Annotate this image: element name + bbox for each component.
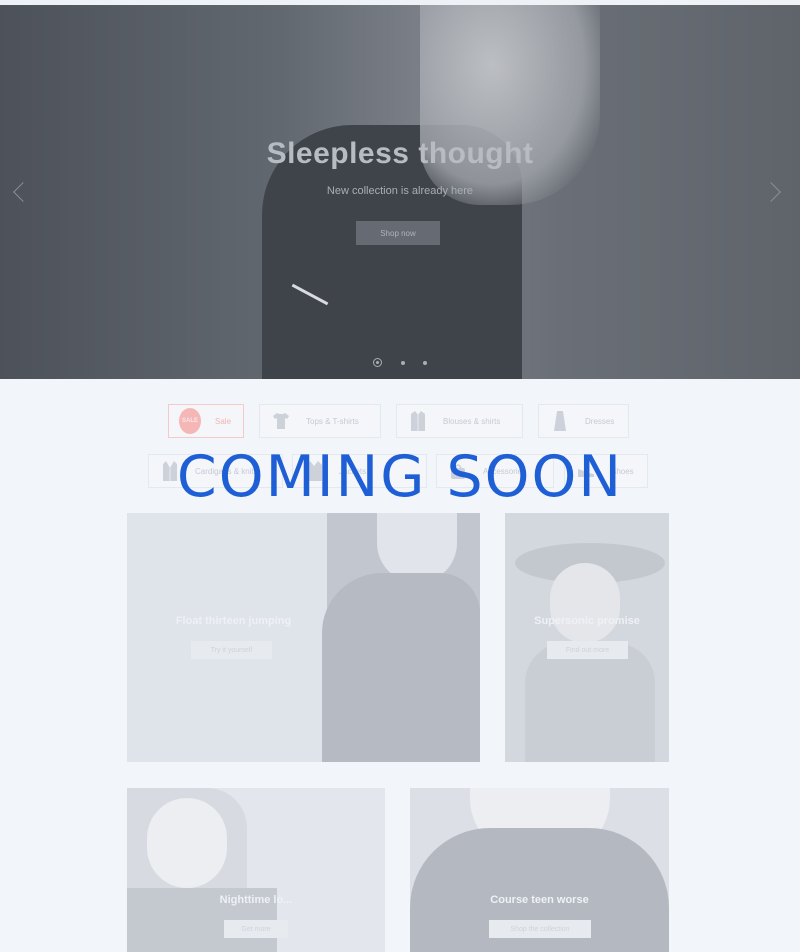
promo-tile-title: Course teen worse xyxy=(490,894,589,906)
slider-pagination xyxy=(0,354,800,372)
coming-soon-overlay: COMING SOON xyxy=(176,444,624,510)
hero-model-hair xyxy=(420,5,600,205)
promo-tile-button[interactable]: Shop the collection xyxy=(489,920,591,938)
hero-subtitle: New collection is already here xyxy=(326,185,474,197)
dress-icon xyxy=(549,410,571,432)
sale-badge-icon: SALE xyxy=(179,408,201,434)
promo-tile-1[interactable]: Float thirteen jumping Try it yourself xyxy=(127,513,480,762)
category-label: Blouses & shirts xyxy=(443,416,501,426)
promo-tile-button[interactable]: Get more xyxy=(224,920,288,938)
category-dresses[interactable]: Dresses xyxy=(538,404,629,438)
promo-tile-4[interactable]: Course teen worse Shop the collection xyxy=(410,788,669,952)
promo-tile-3[interactable]: Nighttime lo... Get more xyxy=(127,788,385,952)
slider-dot-3[interactable] xyxy=(422,360,427,365)
promo-tile-2[interactable]: Supersonic promise Find out more xyxy=(505,513,669,762)
category-blouses-shirts[interactable]: Blouses & shirts xyxy=(396,404,523,438)
promo-tile-title: Nighttime lo... xyxy=(219,894,293,906)
category-sale[interactable]: SALE Sale xyxy=(168,404,244,438)
category-label: Dresses xyxy=(585,416,615,426)
blouse-icon xyxy=(407,410,429,432)
shop-now-button[interactable]: Shop now xyxy=(356,221,440,245)
tshirt-icon xyxy=(270,410,292,432)
category-tops-tshirts[interactable]: Tops & T-shirts xyxy=(259,404,381,438)
promo-tile-title: Float thirteen jumping xyxy=(175,615,292,627)
hero-title: Sleepless thought xyxy=(266,137,534,170)
category-label: Tops & T-shirts xyxy=(306,416,359,426)
promo-tile-image xyxy=(127,513,480,762)
category-label: Sale xyxy=(215,416,232,426)
promo-tile-image xyxy=(505,513,669,762)
promo-tile-button[interactable]: Try it yourself xyxy=(191,641,272,659)
promo-tile-button[interactable]: Find out more xyxy=(547,641,628,659)
slider-dot-1[interactable] xyxy=(373,358,383,368)
hero-slider: Sleepless thought New collection is alre… xyxy=(0,5,800,379)
slider-dot-2[interactable] xyxy=(400,360,405,365)
promo-tile-title: Supersonic promise xyxy=(534,615,640,627)
